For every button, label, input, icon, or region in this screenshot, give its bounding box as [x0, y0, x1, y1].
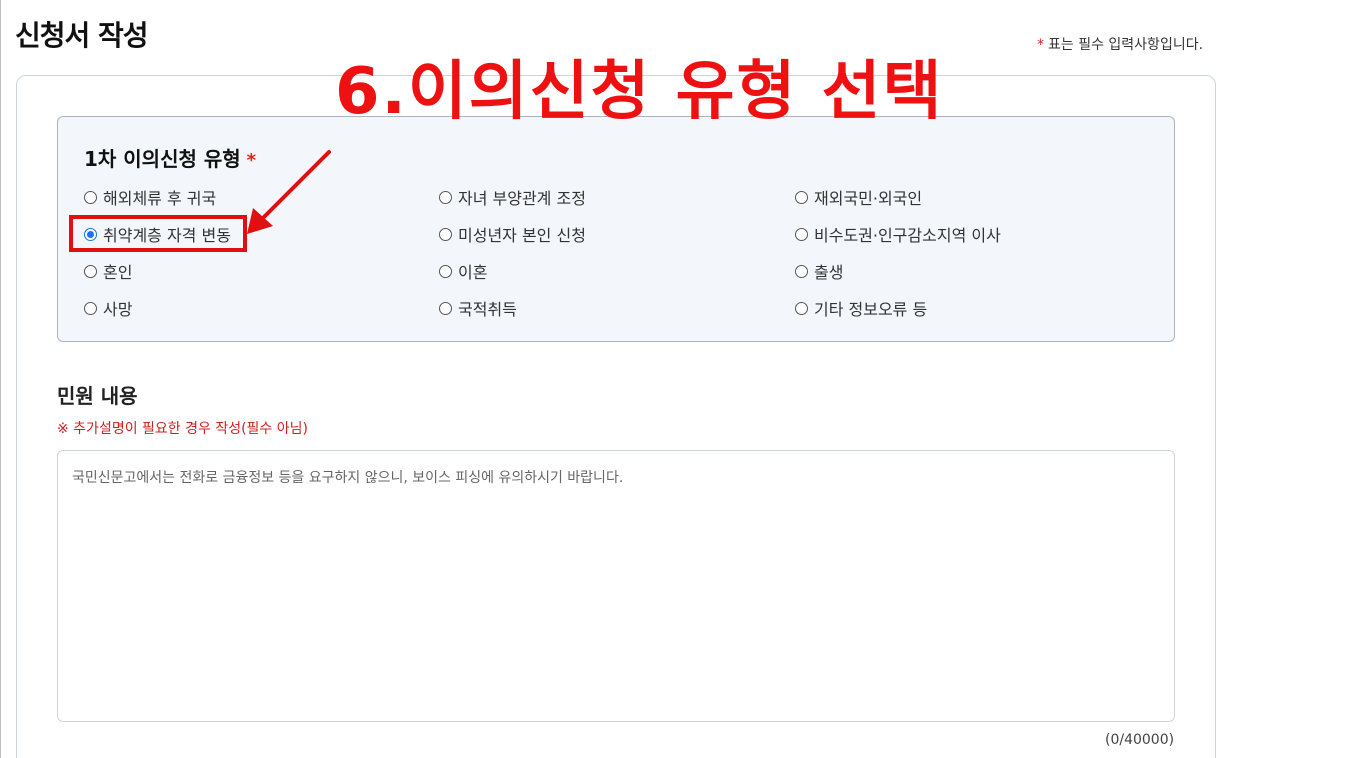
radio-option-label: 사망 [103, 300, 133, 319]
radio-option-nationality[interactable]: 국적취득 [439, 298, 517, 319]
radio-option-label: 출생 [814, 263, 844, 282]
complaint-note: ※ 추가설명이 필요한 경우 작성(필수 아님) [57, 421, 308, 437]
radio-icon[interactable] [795, 301, 808, 315]
objection-type-title: 1차 이의신청 유형 * [84, 143, 256, 172]
radio-option-death[interactable]: 사망 [84, 298, 133, 319]
radio-option-label: 비수도권·인구감소지역 이사 [814, 226, 1001, 245]
radio-option-overseas-foreigner[interactable]: 재외국민·외국인 [795, 187, 923, 208]
radio-icon[interactable] [439, 264, 452, 278]
radio-option-child-dependency[interactable]: 자녀 부양관계 조정 [439, 187, 586, 208]
required-note: * 표는 필수 입력사항입니다. [1037, 34, 1203, 54]
radio-option-marriage[interactable]: 혼인 [84, 261, 133, 282]
radio-icon[interactable] [439, 190, 452, 204]
required-note-text: 표는 필수 입력사항입니다. [1048, 37, 1204, 53]
radio-option-birth[interactable]: 출생 [795, 261, 844, 282]
radio-option-label: 기타 정보오류 등 [814, 300, 928, 319]
annotation-arrow-icon [247, 150, 331, 234]
radio-option-label: 미성년자 본인 신청 [458, 226, 586, 245]
required-star: * [1037, 37, 1044, 53]
radio-icon[interactable] [795, 264, 808, 278]
radio-icon[interactable] [439, 227, 452, 241]
complaint-textarea[interactable] [57, 450, 1175, 722]
annotation-highlight-box [69, 215, 247, 252]
radio-option-label: 국적취득 [458, 300, 517, 319]
radio-option-label: 자녀 부양관계 조정 [458, 189, 586, 208]
radio-option-divorce[interactable]: 이혼 [439, 261, 488, 282]
char-counter: (0/40000) [1105, 732, 1175, 748]
radio-option-label: 이혼 [458, 263, 488, 282]
objection-type-title-text: 1차 이의신청 유형 [84, 147, 241, 171]
radio-icon[interactable] [439, 301, 452, 315]
radio-option-regional-move[interactable]: 비수도권·인구감소지역 이사 [795, 224, 1001, 245]
radio-icon[interactable] [795, 190, 808, 204]
radio-option-label: 해외체류 후 귀국 [103, 189, 217, 208]
radio-icon[interactable] [84, 301, 97, 315]
radio-icon[interactable] [795, 227, 808, 241]
radio-option-other-error[interactable]: 기타 정보오류 등 [795, 298, 928, 319]
radio-option-label: 재외국민·외국인 [814, 189, 923, 208]
radio-icon[interactable] [84, 264, 97, 278]
complaint-title: 민원 내용 [57, 384, 138, 408]
radio-option-label: 혼인 [103, 263, 133, 282]
radio-icon[interactable] [84, 190, 97, 204]
page-title: 신청서 작성 [15, 19, 149, 52]
annotation-title: 6.이의신청 유형 선택 [335, 55, 944, 129]
radio-option-overseas-return[interactable]: 해외체류 후 귀국 [84, 187, 217, 208]
radio-option-minor-self[interactable]: 미성년자 본인 신청 [439, 224, 586, 245]
